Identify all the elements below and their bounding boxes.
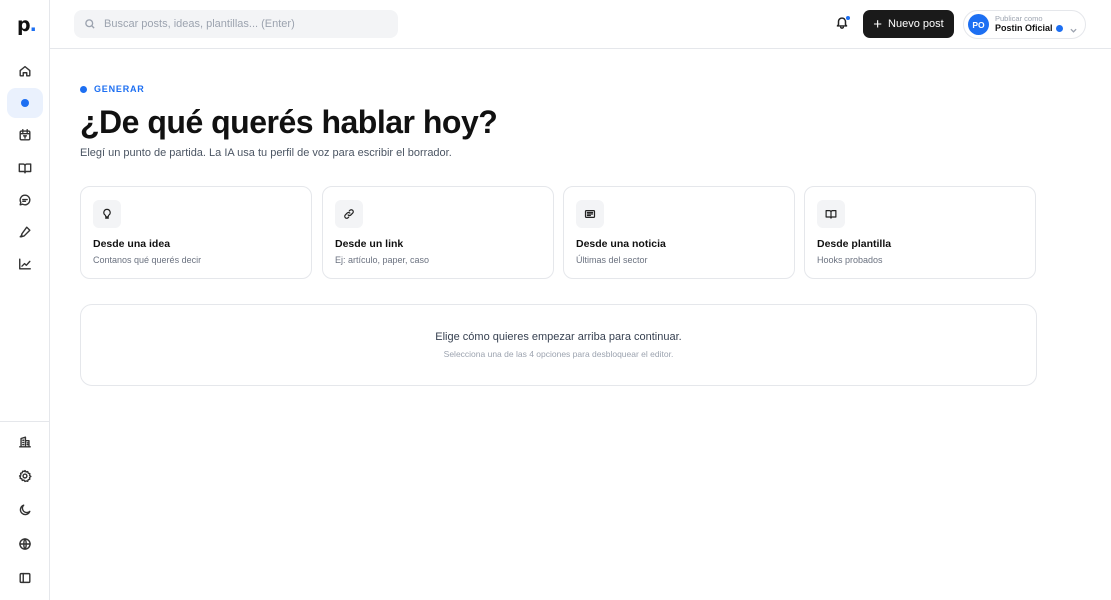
notification-badge (845, 15, 851, 21)
option-desc: Ej: artículo, paper, caso (335, 255, 430, 265)
home-icon (19, 65, 31, 77)
book-open-icon (817, 200, 845, 228)
option-desc: Contanos qué querés decir (93, 255, 202, 265)
new-post-label: Nuevo post (888, 18, 944, 30)
plus-icon: + (873, 15, 883, 33)
eyebrow-dot-icon (80, 85, 87, 93)
sidebar-item-tools[interactable] (7, 217, 43, 247)
search-bar[interactable] (74, 10, 398, 38)
dot-icon (21, 99, 29, 107)
page-title: ¿De qué querés hablar hoy? (80, 104, 498, 140)
new-post-button[interactable]: + Nuevo post (863, 10, 954, 38)
newspaper-icon (576, 200, 604, 228)
start-option-template[interactable]: Desde plantilla Hooks probados (804, 186, 1036, 279)
account-name-row: Postin Oficial (995, 22, 1063, 34)
sidebar-divider (0, 421, 49, 422)
calendar-icon (19, 129, 31, 141)
empty-state-title: Elige cómo quieres empezar arriba para c… (435, 331, 682, 343)
sidebar-item-organization[interactable] (7, 427, 43, 457)
sidebar-item-language[interactable] (7, 529, 43, 559)
option-title: Desde un link (335, 238, 404, 250)
verified-icon (1055, 25, 1063, 33)
sidebar-item-settings[interactable] (7, 461, 43, 491)
moon-icon (19, 504, 31, 516)
chart-icon (19, 258, 31, 270)
sidebar-item-messages[interactable] (7, 185, 43, 215)
section-eyebrow: GENERAR (80, 84, 145, 94)
top-header: + Nuevo post PO Publicar como Postin Ofi… (50, 0, 1111, 49)
search-input[interactable] (104, 18, 384, 30)
sidebar-item-home[interactable] (7, 56, 43, 86)
account-text: Publicar como Postin Oficial (995, 15, 1063, 33)
sidebar-item-collapse[interactable] (7, 563, 43, 593)
chevron-down-icon (1070, 21, 1077, 33)
sidebar-item-generate[interactable] (7, 88, 43, 118)
app-logo[interactable]: p. (17, 14, 37, 36)
eyebrow-label: GENERAR (94, 84, 145, 94)
building-icon (19, 436, 31, 448)
editor-empty-state: Elige cómo quieres empezar arriba para c… (80, 304, 1037, 386)
start-option-idea[interactable]: Desde una idea Contanos qué querés decir (80, 186, 312, 279)
option-desc: Últimas del sector (576, 255, 648, 265)
account-name: Postin Oficial (995, 22, 1053, 33)
search-icon (85, 19, 95, 29)
lightbulb-icon (93, 200, 121, 228)
option-desc: Hooks probados (817, 255, 883, 265)
option-title: Desde una noticia (576, 238, 666, 250)
start-option-news[interactable]: Desde una noticia Últimas del sector (563, 186, 795, 279)
book-icon (18, 163, 32, 174)
link-icon (335, 200, 363, 228)
empty-state-desc: Selecciona una de las 4 opciones para de… (443, 349, 674, 359)
globe-icon (19, 538, 31, 550)
notifications-button[interactable] (835, 15, 851, 33)
option-title: Desde una idea (93, 238, 171, 250)
sidebar-item-analytics[interactable] (7, 249, 43, 279)
chat-icon (19, 194, 31, 206)
app-root: p. Buscar posts, ideas, plantillas... (E… (0, 0, 1111, 600)
sidebar-item-theme[interactable] (7, 495, 43, 525)
start-option-link[interactable]: Desde un link Ej: artículo, paper, caso (322, 186, 554, 279)
option-title: Desde plantilla (817, 238, 892, 250)
gear-icon (18, 469, 32, 483)
sidebar-icon (19, 572, 31, 584)
page-subtitle: Elegí un punto de partida. La IA usa tu … (80, 147, 452, 159)
account-switcher[interactable]: PO Publicar como Postin Oficial (963, 10, 1086, 39)
sidebar-item-library[interactable] (7, 153, 43, 183)
avatar: PO (968, 14, 989, 35)
sidebar: p. (0, 0, 50, 600)
pen-icon (19, 226, 31, 238)
sidebar-item-calendar[interactable] (7, 120, 43, 150)
